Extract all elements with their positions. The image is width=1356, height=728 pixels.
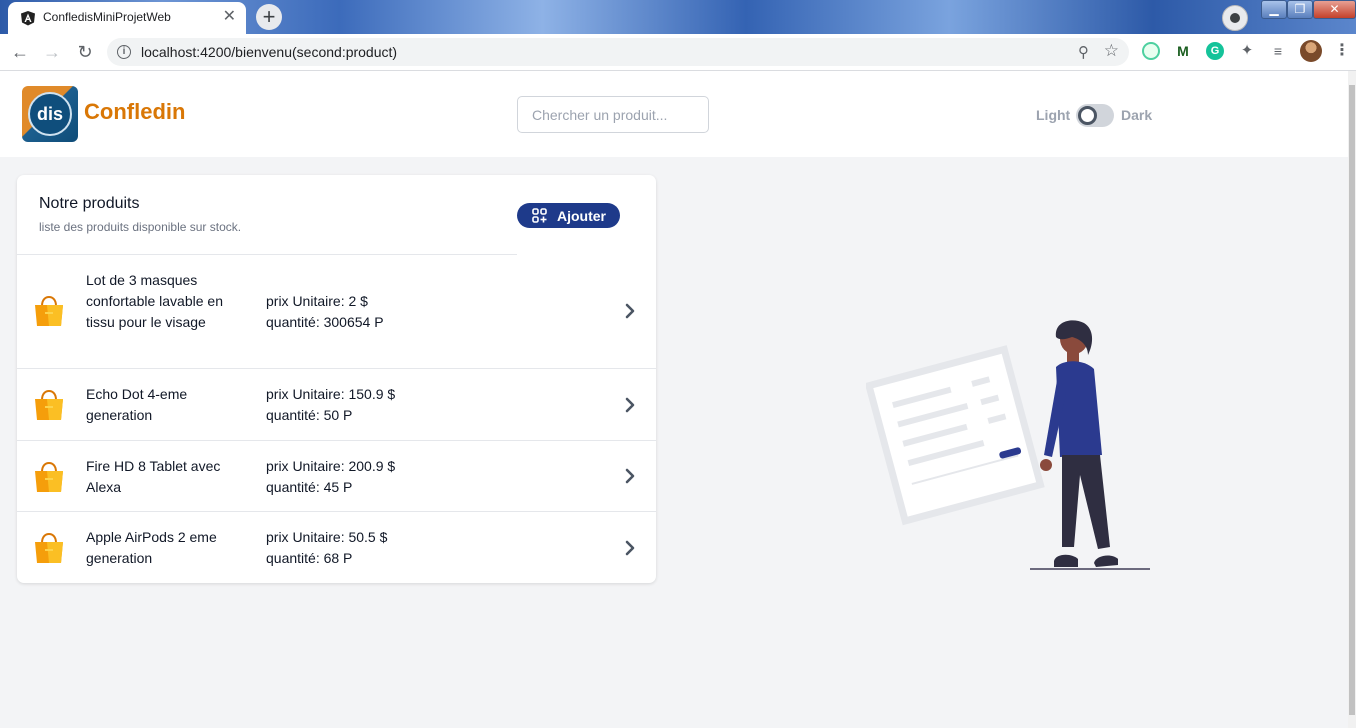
browser-toolbar: ← → ↻ i localhost:4200/bienvenu(second:p… — [0, 34, 1356, 71]
window-minimize-button[interactable]: ▁ — [1261, 0, 1287, 19]
profile-menu-icon[interactable] — [1222, 5, 1248, 31]
product-name: Apple AirPods 2 eme generation — [86, 529, 217, 566]
user-avatar[interactable] — [1300, 40, 1322, 62]
product-quantity: quantité: 50 P — [266, 407, 353, 423]
forward-arrow-icon[interactable]: → — [40, 40, 64, 64]
add-product-button[interactable]: Ajouter — [517, 203, 620, 228]
product-row[interactable]: Echo Dot 4-eme generation prix Unitaire:… — [17, 368, 656, 440]
chevron-right-icon[interactable] — [623, 302, 637, 320]
shopping-bag-icon — [35, 532, 63, 563]
card-subtitle: liste des produits disponible sur stock. — [39, 220, 242, 234]
chevron-right-icon[interactable] — [623, 396, 637, 414]
browser-tab[interactable]: ConfledisMiniProjetWeb ✕ — [8, 2, 246, 34]
theme-toggle-knob — [1078, 106, 1097, 125]
back-arrow-icon[interactable]: ← — [8, 40, 32, 64]
shopping-bag-icon — [35, 461, 63, 492]
address-bar[interactable]: i localhost:4200/bienvenu(second:product… — [107, 38, 1129, 66]
product-price: prix Unitaire: 2 $ — [266, 293, 368, 309]
browser-tab-strip: ConfledisMiniProjetWeb ✕ + ▁ ❐ ✕ — [0, 0, 1356, 34]
media-queue-icon[interactable]: ≡ — [1269, 42, 1287, 60]
theme-dark-label: Dark — [1121, 107, 1153, 123]
chevron-right-icon[interactable] — [623, 539, 637, 557]
product-row[interactable]: Lot de 3 masques confortable lavable en … — [17, 255, 656, 368]
tab-close-icon[interactable]: ✕ — [223, 8, 236, 26]
new-tab-button[interactable]: + — [256, 4, 282, 30]
grammarly-icon[interactable]: G — [1206, 42, 1224, 60]
window-maximize-button[interactable]: ❐ — [1287, 0, 1313, 19]
angular-icon — [21, 11, 35, 26]
product-search-input[interactable] — [517, 96, 709, 133]
product-quantity: quantité: 45 P — [266, 479, 353, 495]
grid-plus-icon — [532, 208, 547, 223]
reload-icon[interactable]: ↻ — [73, 40, 97, 64]
theme-light-label: Light — [1036, 107, 1071, 123]
shopping-bag-icon — [35, 389, 63, 420]
product-row[interactable]: Apple AirPods 2 eme generation prix Unit… — [17, 511, 656, 583]
url-text[interactable]: localhost:4200/bienvenu(second:product) — [141, 44, 397, 60]
product-quantity: quantité: 300654 P — [266, 314, 384, 330]
brand-name[interactable]: Confledin — [84, 99, 185, 125]
product-price: prix Unitaire: 150.9 $ — [266, 386, 396, 402]
logo-mark: dis — [28, 92, 72, 136]
product-price: prix Unitaire: 200.9 $ — [266, 458, 396, 474]
product-quantity: quantité: 68 P — [266, 550, 353, 566]
scrollbar-thumb[interactable] — [1349, 85, 1355, 715]
bookmark-star-icon[interactable]: ☆ — [1104, 41, 1119, 61]
product-row[interactable]: Fire HD 8 Tablet avec Alexa prix Unitair… — [17, 440, 656, 511]
extension-m-icon[interactable]: M — [1174, 42, 1192, 60]
confledis-logo[interactable]: dis — [22, 86, 78, 142]
product-name: Fire HD 8 Tablet avec Alexa — [86, 458, 221, 495]
page-scrollbar[interactable] — [1348, 71, 1356, 728]
product-price: prix Unitaire: 50.5 $ — [266, 529, 388, 545]
extension-timer-icon[interactable] — [1142, 42, 1160, 60]
site-info-icon[interactable]: i — [117, 45, 131, 59]
app-header: dis Confledin Light Dark — [0, 71, 1348, 157]
products-card: Notre produits liste des produits dispon… — [17, 175, 656, 583]
tab-title: ConfledisMiniProjetWeb — [43, 10, 171, 24]
extensions-puzzle-icon[interactable]: ✦ — [1238, 42, 1256, 60]
chevron-right-icon[interactable] — [623, 467, 637, 485]
theme-toggle[interactable] — [1076, 104, 1114, 127]
browser-menu-icon[interactable]: ⋮ — [1334, 42, 1350, 60]
add-button-label: Ajouter — [557, 208, 606, 224]
product-name: Lot de 3 masques confortable lavable en … — [86, 272, 223, 330]
card-title: Notre produits — [39, 195, 140, 212]
person-document-illustration — [866, 320, 1150, 570]
zoom-icon[interactable]: ⚲ — [1078, 43, 1089, 61]
shopping-bag-icon — [35, 295, 63, 326]
product-name: Echo Dot 4-eme generation — [86, 386, 188, 423]
window-close-button[interactable]: ✕ — [1313, 0, 1356, 19]
